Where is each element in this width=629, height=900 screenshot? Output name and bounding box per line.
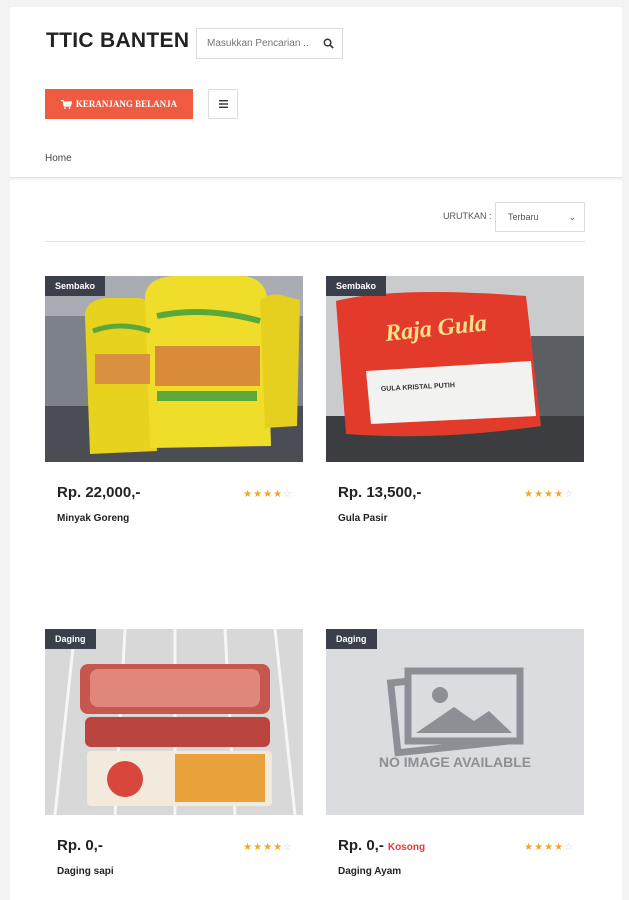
site-brand[interactable]: TTIC BANTEN [46, 29, 189, 53]
product-listing: URUTKAN : Terbaru ⌄ Sembako Rp. 22,000,- [10, 180, 622, 900]
star-icon: ★★★★ [243, 489, 284, 500]
product-name[interactable]: Daging sapi [57, 866, 114, 877]
sort-select[interactable]: Terbaru ⌄ [495, 202, 585, 232]
star-empty-icon: ☆ [283, 842, 293, 853]
rating-stars: ★★★★☆ [243, 489, 293, 500]
price-value: Rp. 13,500,- [338, 484, 422, 501]
product-price: Rp. 0,- Kosong [338, 837, 425, 854]
category-badge: Sembako [326, 276, 387, 296]
product-name[interactable]: Minyak Goreng [57, 513, 129, 524]
product-card[interactable]: NO IMAGE AVAILABLE Daging Rp. 0,- Kosong … [326, 629, 584, 877]
category-badge: Daging [45, 629, 96, 649]
product-price: Rp. 0,- [57, 837, 103, 854]
product-photo: Raja Gula GULA KRISTAL PUTIH [326, 276, 584, 462]
product-price: Rp. 22,000,- [57, 484, 140, 501]
product-image[interactable]: NO IMAGE AVAILABLE Daging [326, 629, 584, 815]
no-image-text: NO IMAGE AVAILABLE [378, 754, 532, 770]
cart-button[interactable]: KERANJANG BELANJA [45, 89, 193, 119]
no-image-icon [386, 667, 524, 757]
search-icon[interactable] [323, 38, 334, 49]
product-image[interactable]: Sembako [45, 276, 303, 462]
breadcrumb-home[interactable]: Home [45, 153, 72, 164]
product-price: Rp. 13,500,- [338, 484, 421, 501]
stock-status: Kosong [387, 842, 426, 853]
sort-label: URUTKAN : [443, 211, 492, 221]
product-card[interactable]: Sembako Rp. 22,000,- ★★★★☆ Minyak Goreng [45, 276, 303, 524]
category-badge: Daging [326, 629, 377, 649]
star-icon: ★★★★ [524, 489, 565, 500]
star-empty-icon: ☆ [564, 489, 574, 500]
sort-selected-value: Terbaru [508, 212, 539, 222]
search-box [196, 28, 343, 59]
hamburger-icon [218, 100, 228, 108]
product-photo [45, 629, 303, 815]
product-photo [45, 276, 303, 462]
rating-stars: ★★★★☆ [243, 842, 293, 853]
product-name[interactable]: Gula Pasir [338, 513, 387, 524]
search-input[interactable] [197, 29, 317, 58]
price-value: Rp. 0,- [338, 837, 384, 854]
rating-stars: ★★★★☆ [524, 842, 574, 853]
divider [45, 241, 585, 242]
product-card[interactable]: Daging Rp. 0,- ★★★★☆ Daging sapi [45, 629, 303, 877]
chevron-down-icon: ⌄ [568, 212, 576, 222]
menu-toggle-button[interactable] [208, 89, 238, 119]
rating-stars: ★★★★☆ [524, 489, 574, 500]
star-icon: ★★★★ [243, 842, 284, 853]
cart-icon [60, 99, 72, 109]
product-card[interactable]: Raja Gula GULA KRISTAL PUTIH Sembako Rp.… [326, 276, 584, 524]
star-icon: ★★★★ [524, 842, 565, 853]
site-header: TTIC BANTEN KERANJANG BELANJA Home [10, 7, 622, 178]
category-badge: Sembako [45, 276, 106, 296]
product-name[interactable]: Daging Ayam [338, 866, 401, 877]
price-value: Rp. 0,- [57, 837, 103, 854]
star-empty-icon: ☆ [564, 842, 574, 853]
product-image[interactable]: Raja Gula GULA KRISTAL PUTIH Sembako [326, 276, 584, 462]
product-image[interactable]: Daging [45, 629, 303, 815]
price-value: Rp. 22,000,- [57, 484, 141, 501]
cart-button-label: KERANJANG BELANJA [75, 99, 178, 109]
star-empty-icon: ☆ [283, 489, 293, 500]
